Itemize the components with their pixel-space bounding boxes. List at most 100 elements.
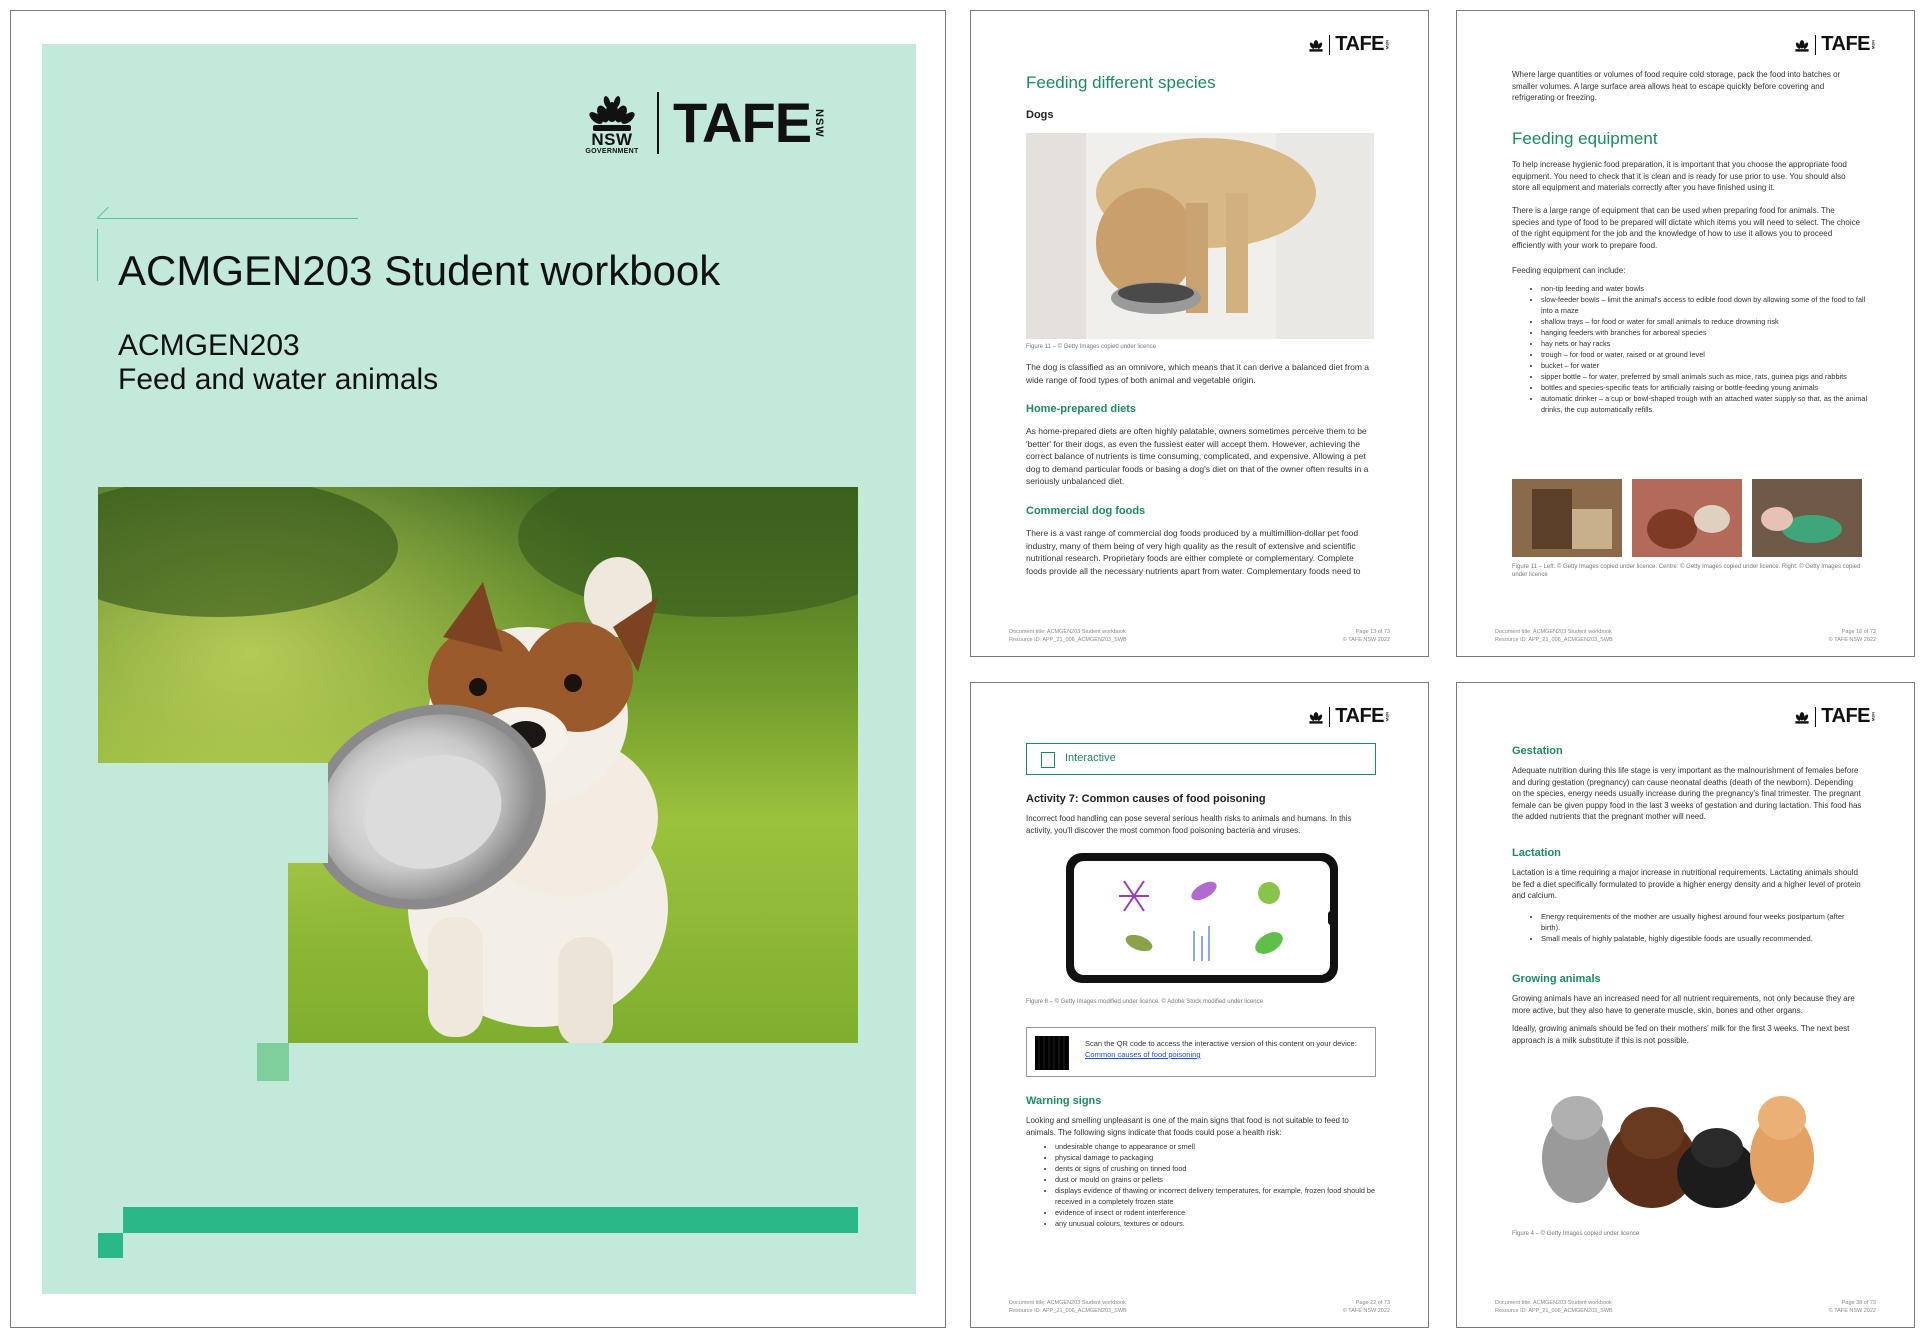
subheading-dogs: Dogs <box>1026 109 1054 121</box>
tafe-logo-text: TAFE <box>1335 705 1384 727</box>
figure-caption: Figure 11 – © Getty Images copied under … <box>1026 344 1157 350</box>
list-item: non-tip feeding and water bowls <box>1541 283 1871 294</box>
growing-paragraph-1: Growing animals have an increased need f… <box>1512 994 1855 1015</box>
tafe-logo-text: TAFE <box>673 91 812 154</box>
heading-gestation: Gestation <box>1512 745 1563 757</box>
list-item: evidence of insect or rodent interferenc… <box>1055 1207 1385 1218</box>
list-item: bottles and species-specific teats for a… <box>1541 382 1871 393</box>
page-life-stages: TAFE NSW Gestation Adequate nutrition du… <box>1456 682 1915 1328</box>
heading-growing: Growing animals <box>1512 973 1601 985</box>
decorative-vertical-line <box>97 229 98 281</box>
logo-nsw-text: NSW <box>591 129 633 149</box>
waratah-icon <box>1795 711 1809 724</box>
decorative-green-square <box>98 1233 123 1258</box>
heading-commercial: Commercial dog foods <box>1026 505 1146 517</box>
tafe-logo-text: TAFE <box>1821 705 1870 727</box>
warning-signs-list: undesirable change to appearance or smel… <box>1041 1141 1385 1229</box>
page-logo: TAFE NSW <box>1308 705 1390 728</box>
footer-page: Page 38 of 73 © TAFE NSW 2022 <box>1828 1300 1876 1314</box>
tafe-nsw-text: NSW <box>1385 39 1390 50</box>
footer-page: Page 22 of 73 © TAFE NSW 2022 <box>1342 1300 1390 1314</box>
phone-camera <box>1328 911 1334 925</box>
photo-notch <box>98 763 288 1043</box>
cover-unit-code: ACMGEN203 <box>118 329 300 362</box>
list-item: undesirable change to appearance or smel… <box>1055 1141 1385 1152</box>
waratah-icon <box>1795 39 1809 52</box>
list-item: sipper bottle – for water, preferred by … <box>1541 371 1871 382</box>
list-item: displays evidence of thawing or incorrec… <box>1055 1185 1385 1207</box>
cover-title: ACMGEN203 Student workbook <box>118 247 721 294</box>
activity-paragraph: Incorrect food handling can pose several… <box>1026 814 1352 835</box>
figure-caption: Figure 8 – © Getty Images modified under… <box>1026 999 1263 1005</box>
interactive-banner: Interactive <box>1026 743 1376 775</box>
photo-notch-step <box>288 763 328 863</box>
page-food-poisoning: TAFE NSW Interactive Activity 7: Common … <box>970 682 1429 1328</box>
equipment-photos <box>1512 479 1862 557</box>
footer-document: Document title: ACMGEN203 Student workbo… <box>1495 629 1613 643</box>
cover-dog-photo <box>98 487 858 1043</box>
tafe-nsw-text: NSW <box>1385 711 1390 722</box>
gestation-paragraph: Adequate nutrition during this life stag… <box>1512 766 1862 821</box>
equipment-range-paragraph: There is a large range of equipment that… <box>1512 206 1861 250</box>
home-prepared-paragraph: As home-prepared diets are often highly … <box>1026 426 1369 486</box>
heading-lactation: Lactation <box>1512 847 1561 859</box>
figure-caption: Figure 4 – © Getty Images copied under l… <box>1512 1231 1640 1237</box>
page-logo: TAFE NSW <box>1794 33 1876 56</box>
qr-text: Scan the QR code to access the interacti… <box>1085 1039 1357 1048</box>
activity-title: Activity 7: Common causes of food poison… <box>1026 793 1266 805</box>
list-item: dust or mould on grains or pellets <box>1055 1174 1385 1185</box>
footer-document: Document title: ACMGEN203 Student workbo… <box>1009 629 1127 643</box>
commercial-paragraph: There is a vast range of commercial dog … <box>1026 528 1361 576</box>
qr-code[interactable] <box>1035 1036 1069 1070</box>
list-item: shallow trays – for food or water for sm… <box>1541 316 1871 327</box>
tafe-nsw-text: NSW <box>1871 711 1876 722</box>
list-item: automatic drinker – a cup or bowl-shaped… <box>1541 393 1871 415</box>
list-item: dents or signs of crushing on tinned foo… <box>1055 1163 1385 1174</box>
lactation-list: Energy requirements of the mother are us… <box>1527 911 1861 944</box>
waratah-icon <box>1309 39 1323 52</box>
nsw-government-logo: NSW GOVERNMENT <box>581 92 643 155</box>
heading-home-prepared: Home-prepared diets <box>1026 403 1137 415</box>
logo-divider <box>657 92 659 154</box>
nsw-tafe-logo: NSW GOVERNMENT TAFE NSW <box>581 83 825 163</box>
list-item: Small meals of highly palatable, highly … <box>1541 933 1861 944</box>
cover-unit-name: Feed and water animals <box>118 363 439 396</box>
lactation-paragraph: Lactation is a time requiring a major in… <box>1512 868 1861 900</box>
list-item: any unusual colours, textures or odours. <box>1055 1218 1385 1229</box>
list-item: Energy requirements of the mother are us… <box>1541 911 1861 933</box>
qr-box: Scan the QR code to access the interacti… <box>1026 1027 1376 1077</box>
puppies-kittens-photo <box>1527 1063 1827 1213</box>
tafe-logo-text: TAFE <box>1821 33 1870 55</box>
heading-warning-signs: Warning signs <box>1026 1095 1102 1107</box>
qr-link[interactable]: Common causes of food poisoning <box>1085 1050 1201 1059</box>
page-feeding-equipment: TAFE NSW Where large quantities or volum… <box>1456 10 1915 657</box>
decorative-line <box>98 218 358 219</box>
page-logo: TAFE NSW <box>1308 33 1390 56</box>
footer-document: Document title: ACMGEN203 Student workbo… <box>1495 1300 1613 1314</box>
phone-illustration[interactable] <box>1066 853 1338 983</box>
cover-page: NSW GOVERNMENT TAFE NSW ACMGEN203 Studen… <box>10 10 946 1328</box>
section-heading: Feeding equipment <box>1512 129 1658 148</box>
logo-divider <box>1329 34 1331 55</box>
list-item: slow-feeder bowls – limit the animal's a… <box>1541 294 1871 316</box>
tafe-nsw-text: NSW <box>1871 39 1876 50</box>
phone-screen <box>1074 861 1330 975</box>
qr-instructions: Scan the QR code to access the interacti… <box>1085 1038 1365 1060</box>
cold-storage-paragraph: Where large quantities or volumes of foo… <box>1512 70 1841 102</box>
logo-divider <box>1329 706 1331 727</box>
list-item: hay nets or hay racks <box>1541 338 1871 349</box>
dog-eating-photo <box>1026 133 1374 339</box>
page-logo: TAFE NSW <box>1794 705 1876 728</box>
decorative-green-bar <box>123 1207 858 1233</box>
logo-divider <box>1815 34 1817 55</box>
logo-divider <box>1815 706 1817 727</box>
equipment-list: non-tip feeding and water bowlsslow-feed… <box>1527 283 1871 415</box>
tafe-logo-text: TAFE <box>1335 33 1384 55</box>
list-intro: Feeding equipment can include: <box>1512 266 1626 275</box>
interactive-label: Interactive <box>1065 752 1116 764</box>
decorative-pixel <box>257 1043 289 1081</box>
list-item: physical damage to packaging <box>1055 1152 1385 1163</box>
hygiene-paragraph: To help increase hygienic food preparati… <box>1512 160 1847 192</box>
intro-paragraph: The dog is classified as an omnivore, wh… <box>1026 362 1370 385</box>
list-item: hanging feeders with branches for arbore… <box>1541 327 1871 338</box>
